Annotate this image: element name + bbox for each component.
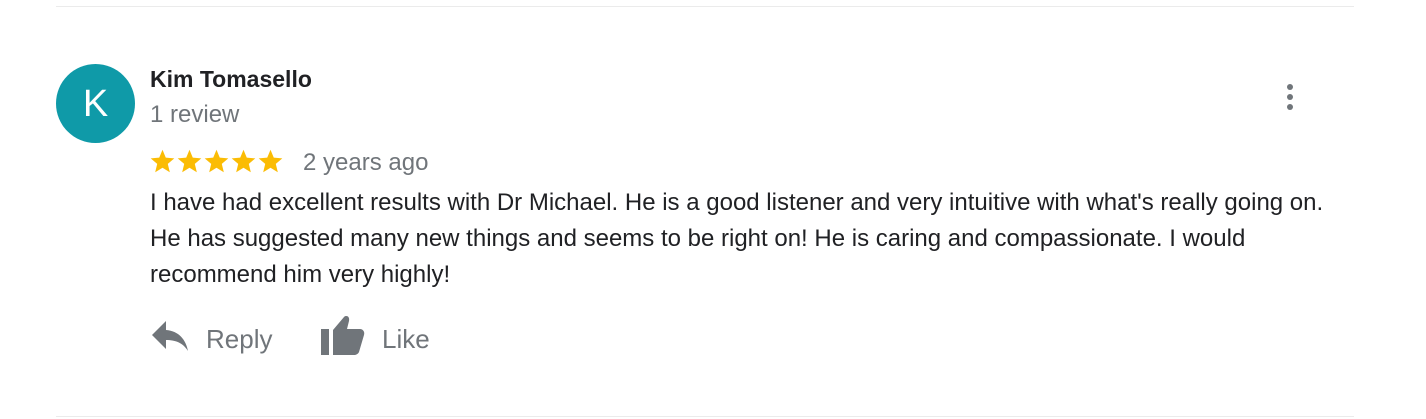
star-icon [231,149,256,173]
review-date: 2 years ago [303,149,429,176]
star-icon [204,149,229,173]
thumbs-up-icon [318,314,366,365]
avatar[interactable]: K [56,64,135,143]
star-icon [177,149,202,173]
review-text: I have had excellent results with Dr Mic… [150,189,1324,288]
like-button[interactable]: Like [318,313,430,365]
more-options-button[interactable] [1276,78,1304,116]
avatar-initial: K [82,82,109,125]
more-vert-icon [1287,84,1293,90]
reply-arrow-icon [150,319,190,360]
more-vert-icon-dot [1287,104,1293,110]
review-count: 1 review [150,101,240,128]
top-divider [56,6,1354,7]
reply-label: Reply [206,324,273,354]
star-icon [150,149,175,173]
like-label: Like [382,324,430,354]
star-icon [258,149,283,173]
reply-button[interactable]: Reply [150,313,272,365]
review-card: K Kim Tomasello 1 review 2 years ago I h… [0,0,1426,419]
star-rating [149,148,284,176]
author-name[interactable]: Kim Tomasello [150,66,312,93]
more-vert-icon-dot [1287,94,1293,100]
bottom-divider [56,416,1354,417]
